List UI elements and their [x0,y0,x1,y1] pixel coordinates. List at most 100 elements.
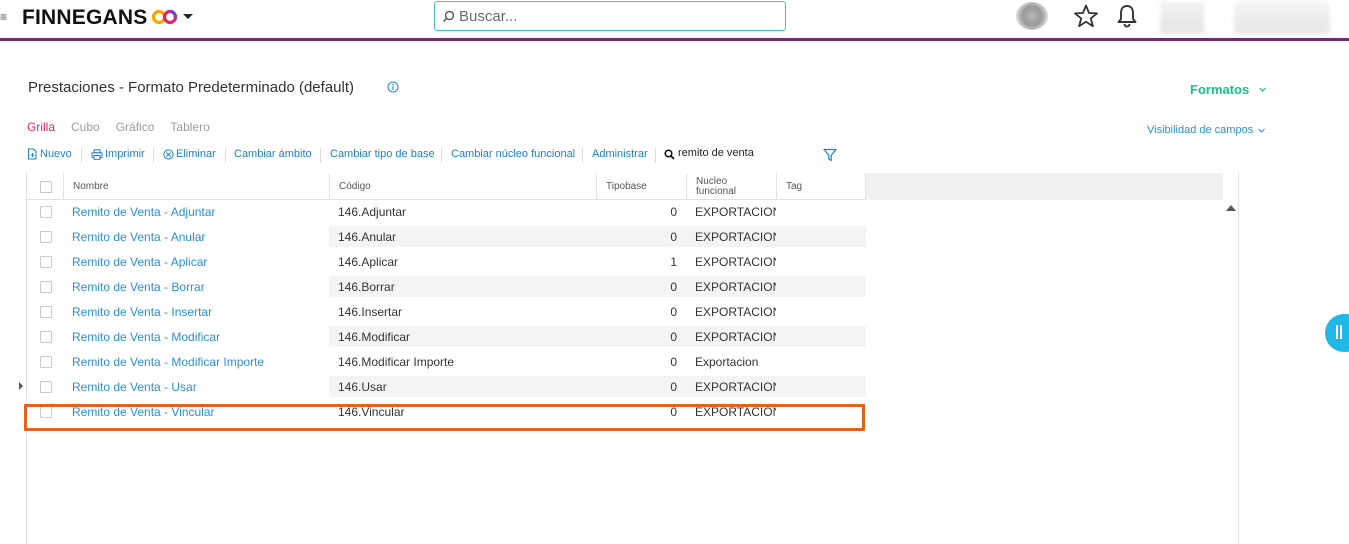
cambiar-nucleo-button[interactable]: Cambiar núcleo funcional [451,148,575,160]
nombre-link[interactable]: Remito de Venta - Modificar [72,326,327,347]
avatar-icon[interactable] [1016,2,1048,30]
row-checkbox-cell [40,355,52,369]
chevron-down-icon[interactable] [1258,85,1267,94]
nucleo-cell: EXPORTACION [686,376,776,397]
nucleo-cell: EXPORTACION [686,326,776,347]
tab-tablero[interactable]: Tablero [170,120,209,134]
brand-caret-icon[interactable] [183,14,193,19]
col-codigo[interactable]: Código [329,173,596,200]
row-checkbox[interactable] [40,256,52,268]
nombre-link[interactable]: Remito de Venta - Anular [72,226,327,247]
formatos-dropdown[interactable]: Formatos [1190,82,1249,97]
table-row[interactable]: Remito de Venta - Modificar Importe 146.M… [27,351,866,376]
nucleo-cell: EXPORTACION [695,204,776,219]
tag-cell [776,276,866,297]
info-icon[interactable] [387,81,399,93]
table-row[interactable]: Remito de Venta - Anular 146.Anular 0 EXPOR… [27,226,866,251]
side-panel-toggle[interactable] [1325,314,1349,352]
bell-icon[interactable] [1115,3,1139,29]
new-document-icon [28,148,37,160]
brand-name[interactable]: FINNEGANS [22,6,147,30]
page-title: Prestaciones - Formato Predeterminado (d… [28,79,354,96]
row-checkbox[interactable] [40,356,52,368]
table-row[interactable]: Remito de Venta - Insertar 146.Insertar 0 E… [27,301,866,326]
table-row[interactable]: Remito de Venta - Borrar 146.Borrar 0 EXPOR… [27,276,866,301]
select-all-cell [27,173,63,200]
nombre-link[interactable]: Remito de Venta - Borrar [72,276,327,297]
chevron-down-icon[interactable] [1257,126,1266,135]
tipobase-cell: 0 [670,354,677,369]
tag-cell [776,301,866,322]
row-checkbox[interactable] [40,306,52,318]
eliminar-button[interactable]: Eliminar [163,148,216,160]
tipobase-cell: 0 [596,226,686,247]
tag-cell [776,201,866,222]
table-row[interactable]: Remito de Venta - Adjuntar 146.Adjuntar 0 E… [27,201,866,226]
nombre-link[interactable]: Remito de Venta - Adjuntar [72,201,327,222]
nombre-link[interactable]: Remito de Venta - Modificar Importe [72,351,327,372]
tab-grilla[interactable]: Grilla [27,120,55,134]
row-checkbox[interactable] [40,206,52,218]
col-nucleo-funcional[interactable]: Nucleo funcional [686,173,776,200]
eliminar-label: Eliminar [176,148,216,160]
codigo-cell: 146.Anular [329,226,596,247]
row-checkbox-cell [40,230,52,244]
star-icon[interactable] [1073,3,1099,29]
cambiar-ambito-button[interactable]: Cambiar ámbito [234,148,312,160]
search-box[interactable] [434,1,786,31]
table-row[interactable]: Remito de Venta - Usar 146.Usar 0 EXPORTACI… [27,376,866,401]
view-tabs: Grilla Cubo Gráfico Tablero [27,120,226,134]
row-checkbox-cell [40,280,52,294]
grid-filter[interactable] [664,147,814,163]
row-checkbox[interactable] [40,231,52,243]
search-input[interactable] [459,6,779,26]
tipobase-cell: 0 [596,276,686,297]
row-checkbox-cell [40,255,52,269]
toolbar-divider [81,148,82,163]
toolbar-divider [320,148,321,163]
tipobase-cell: 0 [596,326,686,347]
filter-funnel-icon[interactable] [823,148,837,162]
tab-grafico[interactable]: Gráfico [116,120,155,134]
visibilidad-campos-dropdown[interactable]: Visibilidad de campos [1147,124,1253,136]
cambiar-tipo-base-button[interactable]: Cambiar tipo de base [330,148,435,160]
administrar-button[interactable]: Administrar [592,148,648,160]
nucleo-cell: EXPORTACION [686,276,776,297]
nombre-link[interactable]: Remito de Venta - Usar [72,376,327,397]
row-checkbox-cell [40,205,52,219]
grid-filter-input[interactable] [678,147,813,159]
row-checkbox[interactable] [40,331,52,343]
tag-cell [776,251,866,272]
grid-border-right [1238,172,1239,544]
codigo-cell: 146.Adjuntar [338,204,407,219]
header-divider [0,38,1349,41]
col-tag[interactable]: Tag [776,173,866,200]
codigo-cell: 146.Modificar [329,326,596,347]
select-all-checkbox[interactable] [40,180,52,193]
row-pointer-icon [19,382,23,390]
codigo-cell: 146.Aplicar [338,254,399,269]
col-nucleo-line2: funcional [696,185,737,197]
scroll-up-arrow-icon[interactable] [1226,205,1236,211]
grid-header: Nombre Código Tipobase Nucleo funcional … [27,173,1223,200]
codigo-cell: 146.Insertar [338,304,403,319]
col-tipobase[interactable]: Tipobase [596,173,686,200]
menu-icon[interactable]: ≡ [0,10,7,24]
imprimir-button[interactable]: Imprimir [91,148,145,160]
print-icon [91,148,103,160]
nuevo-button[interactable]: Nuevo [27,148,72,160]
company-info-blurred [1234,2,1330,34]
tab-cubo[interactable]: Cubo [71,120,100,134]
tipobase-cell: 0 [596,376,686,397]
table-row[interactable]: Remito de Venta - Modificar 146.Modificar… [27,326,866,351]
col-nombre[interactable]: Nombre [63,173,329,200]
row-checkbox[interactable] [40,281,52,293]
toolbar-divider [225,148,226,163]
row-checkbox-cell [40,305,52,319]
delete-circle-icon [163,148,174,160]
nombre-link[interactable]: Remito de Venta - Aplicar [72,251,327,272]
table-row[interactable]: Remito de Venta - Aplicar 146.Aplicar 1 EXP… [27,251,866,276]
toolbar-divider [441,148,442,163]
row-checkbox[interactable] [40,381,52,393]
nombre-link[interactable]: Remito de Venta - Insertar [72,301,327,322]
